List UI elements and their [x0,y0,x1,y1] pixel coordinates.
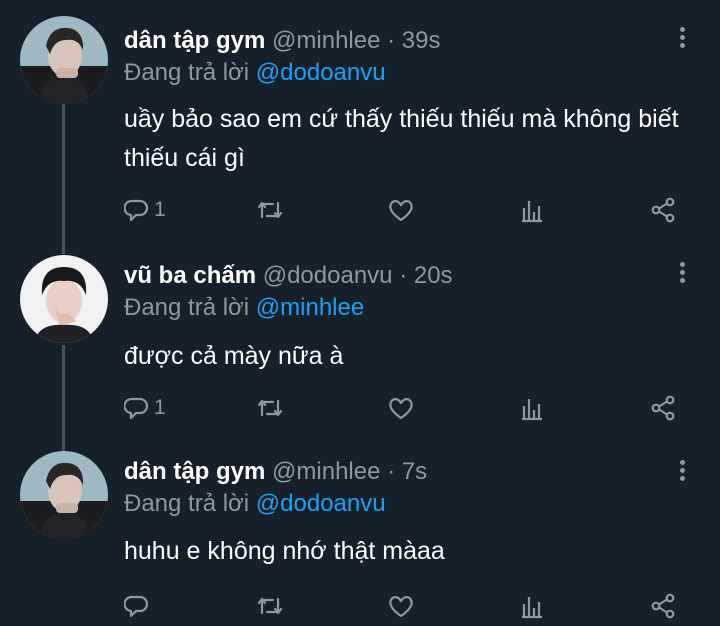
action-bar: 1 [0,195,720,225]
reply-button[interactable]: 1 [124,195,166,225]
retweet-button[interactable] [256,591,284,621]
timestamp[interactable]: 39s [402,27,441,54]
action-bar [0,591,720,621]
reply-prefix: Đang trả lời [124,294,250,321]
tweet-3[interactable]: dân tập gym @minhlee · 7s Đang trả lời @… [0,443,720,626]
reply-context: Đang trả lời @dodoanvu [124,490,386,518]
stats-icon [522,201,542,223]
retweet-button[interactable] [256,195,284,225]
avatar[interactable] [20,451,108,539]
retweet-icon [257,201,283,219]
share-icon [651,197,675,223]
like-button[interactable] [387,195,415,225]
stats-button[interactable] [519,393,545,423]
display-name[interactable]: dân tập gym [124,458,265,485]
more-icon[interactable] [677,27,687,51]
user-handle[interactable]: @dodoanvu [263,262,393,289]
reply-mention[interactable]: @dodoanvu [256,490,386,517]
reply-mention[interactable]: @minhlee [256,294,364,321]
user-handle[interactable]: @minhlee [272,27,380,54]
like-icon [389,398,413,420]
action-bar: 1 [0,393,720,423]
share-button[interactable] [650,393,676,423]
tweet-header: dân tập gym @minhlee · 7s [124,458,427,486]
timestamp[interactable]: 20s [414,262,453,289]
more-icon[interactable] [677,262,687,286]
stats-icon [522,597,542,619]
reply-count: 1 [154,198,166,221]
reply-icon [124,595,149,618]
reply-mention[interactable]: @dodoanvu [256,59,386,86]
tweet-2[interactable]: vũ ba chấm @dodoanvu · 20s Đang trả lời … [0,245,720,455]
like-icon [389,200,413,222]
stats-button[interactable] [519,195,545,225]
separator-dot: · [387,458,396,485]
tweet-header: dân tập gym @minhlee · 39s [124,27,441,55]
thread-connector [62,104,65,254]
retweet-button[interactable] [256,393,284,423]
reply-button[interactable]: 1 [124,393,166,423]
tweet-text: được cả mày nữa à [124,342,344,370]
reply-prefix: Đang trả lời [124,490,250,517]
separator-dot: · [387,27,396,54]
retweet-icon [257,597,283,615]
reply-context: Đang trả lời @minhlee [124,294,364,322]
share-button[interactable] [650,195,676,225]
reply-context: Đang trả lời @dodoanvu [124,59,386,87]
display-name[interactable]: dân tập gym [124,27,265,54]
share-button[interactable] [650,591,676,621]
reply-icon [124,199,149,222]
like-icon [389,596,413,618]
reply-button[interactable] [124,591,154,621]
share-icon [651,395,675,421]
display-name[interactable]: vũ ba chấm [124,262,256,289]
tweet-text: uầy bảo sao em cứ thấy thiếu thiếu mà kh… [124,105,679,172]
reply-count: 1 [154,396,166,419]
like-button[interactable] [387,591,415,621]
user-handle[interactable]: @minhlee [272,458,380,485]
tweet-text: huhu e không nhớ thật màaa [124,537,445,565]
avatar[interactable] [20,255,108,343]
like-button[interactable] [387,393,415,423]
stats-button[interactable] [519,591,545,621]
tweet-header: vũ ba chấm @dodoanvu · 20s [124,262,453,290]
retweet-icon [257,399,283,417]
reply-icon [124,397,149,420]
more-icon[interactable] [677,460,687,484]
stats-icon [522,399,542,421]
share-icon [651,593,675,619]
timestamp[interactable]: 7s [402,458,427,485]
separator-dot: · [399,262,408,289]
reply-prefix: Đang trả lời [124,59,250,86]
avatar[interactable] [20,16,108,104]
tweet-1[interactable]: dân tập gym @minhlee · 39s Đang trả lời … [0,0,720,254]
